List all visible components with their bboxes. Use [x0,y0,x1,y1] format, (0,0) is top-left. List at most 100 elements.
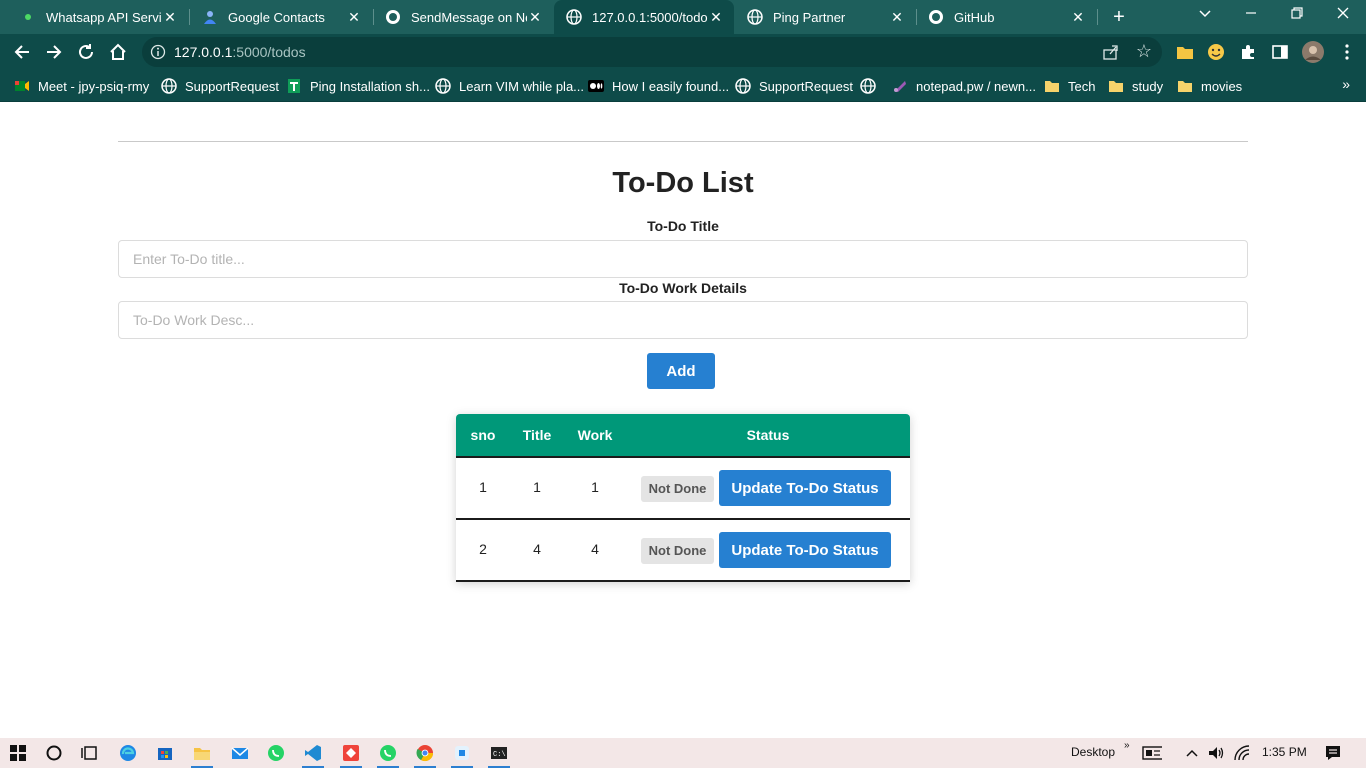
emoji-extension-icon[interactable] [1207,43,1225,61]
status-badge: Not Done [641,476,714,502]
tab-divider [1097,9,1098,25]
table-row: 2 4 4 Not Done Update To-Do Status [456,520,910,582]
folder-icon [1044,78,1060,94]
edge-browser-icon[interactable] [118,743,138,763]
tab-github[interactable]: GitHub ✕ [916,0,1096,34]
menu-dots-icon[interactable] [1338,43,1356,61]
bookmarks-overflow-button[interactable]: » [1342,76,1350,92]
globe-icon [161,78,177,94]
bookmark-label: SupportRequest [759,78,853,94]
bookmark-meet[interactable]: Meet - jpy-psiq-rmy [14,77,149,95]
new-tab-button[interactable]: + [1108,6,1130,28]
bookmark-how-i-easily-found[interactable]: How I easily found... [588,77,729,95]
add-button[interactable]: Add [647,353,715,389]
app-icon[interactable] [452,743,472,763]
profile-avatar[interactable] [1302,41,1324,63]
bookmark-supportrequest[interactable]: SupportRequest [161,77,279,95]
side-panel-icon[interactable] [1271,43,1289,61]
forward-arrow-icon[interactable] [42,40,66,64]
github-icon [385,9,401,25]
todo-desc-label: To-Do Work Details [619,280,747,296]
table-header: sno Title Work Status [456,414,910,458]
column-header-sno: sno [470,427,496,443]
extensions-puzzle-icon[interactable] [1239,43,1257,61]
tab-whatsapp-api-service[interactable]: Whatsapp API Service ✕ [8,0,188,34]
close-icon[interactable]: ✕ [162,9,178,26]
search-icon[interactable] [44,743,64,763]
clock-time[interactable]: 1:35 PM [1262,745,1307,759]
volume-icon[interactable] [1206,743,1226,763]
close-icon[interactable]: ✕ [527,9,543,26]
update-status-button[interactable]: Update To-Do Status [719,532,891,568]
wifi-icon[interactable] [1232,743,1252,763]
tab-sendmessage[interactable]: SendMessage on New ✕ [373,0,553,34]
tab-title: Ping Partner [773,9,846,25]
mail-icon[interactable] [230,743,250,763]
whatsapp-desktop-icon[interactable] [378,743,398,763]
bookmark-star-icon[interactable]: ☆ [1136,41,1152,62]
bookmark-ping-installation[interactable]: Ping Installation sh... [286,77,430,95]
bookmark-label: How I easily found... [612,78,730,94]
bookmark-label: notepad.pw / newn... [916,78,1036,94]
whatsapp-icon[interactable] [266,743,286,763]
close-icon[interactable]: ✕ [708,9,724,26]
site-info-icon[interactable] [150,44,166,60]
news-widget-icon[interactable] [1142,743,1162,763]
tab-ping-partner[interactable]: Ping Partner ✕ [735,0,915,34]
table-row: 1 1 1 Not Done Update To-Do Status [456,458,910,520]
tab-title: SendMessage on New [411,9,527,25]
file-explorer-icon[interactable] [192,743,212,763]
column-header-title: Title [522,427,552,443]
tab-todos-active[interactable]: 127.0.0.1:5000/todos ✕ [554,0,734,34]
address-bar[interactable]: 127.0.0.1:5000/todos ☆ [142,37,1162,67]
window-close-icon[interactable] [1332,4,1354,26]
share-icon[interactable] [1102,44,1120,65]
close-icon[interactable]: ✕ [1070,9,1086,26]
windows-start-icon[interactable] [8,743,28,763]
folder-extension-icon[interactable] [1176,43,1194,61]
desktop-toolbar-label[interactable]: Desktop [1071,745,1115,759]
column-header-work: Work [577,427,613,443]
notepad-icon [892,78,908,94]
bookmark-unnamed[interactable] [860,77,884,95]
medium-icon [588,78,604,94]
close-icon[interactable]: ✕ [889,9,905,26]
bookmark-notepad[interactable]: notepad.pw / newn... [892,77,1036,95]
todo-title-input[interactable] [118,240,1248,278]
tab-title: Whatsapp API Service [46,9,162,25]
bookmark-folder-tech[interactable]: Tech [1044,77,1095,95]
google-contacts-icon [202,9,218,25]
restore-icon[interactable] [1286,4,1308,26]
folder-icon [1108,78,1124,94]
tray-overflow-chevron-icon[interactable] [1182,743,1202,763]
todo-desc-input[interactable] [118,301,1248,339]
close-icon[interactable]: ✕ [346,9,362,26]
tab-search-chevron-icon[interactable] [1194,4,1216,26]
reload-icon[interactable] [74,40,98,64]
store-icon[interactable] [155,743,175,763]
home-icon[interactable] [106,40,130,64]
back-arrow-icon[interactable] [10,40,34,64]
toolbar-chevron[interactable]: » [1124,740,1130,751]
vscode-icon[interactable] [303,743,323,763]
url-path: :5000/todos [232,44,306,60]
url-host: 127.0.0.1 [174,44,233,60]
bookmark-supportrequest-2[interactable]: SupportRequest [735,77,853,95]
minimize-icon[interactable] [1240,4,1262,26]
terminal-icon[interactable]: C:\ [489,743,509,763]
bookmark-folder-study[interactable]: study [1108,77,1163,95]
globe-icon [435,78,451,94]
chrome-icon[interactable] [415,743,435,763]
column-header-status: Status [746,427,790,443]
task-view-icon[interactable] [80,743,100,763]
url-text[interactable]: 127.0.0.1:5000/todos [174,44,306,60]
bookmark-folder-movies[interactable]: movies [1177,77,1242,95]
bookmark-learn-vim[interactable]: Learn VIM while pla... [435,77,584,95]
anydesk-icon[interactable] [341,743,361,763]
bookmark-label: SupportRequest [185,78,279,94]
bookmark-label: movies [1201,78,1243,94]
tab-google-contacts[interactable]: Google Contacts ✕ [190,0,372,34]
cell-title: 4 [533,541,541,557]
notifications-icon[interactable] [1323,743,1343,763]
update-status-button[interactable]: Update To-Do Status [719,470,891,506]
